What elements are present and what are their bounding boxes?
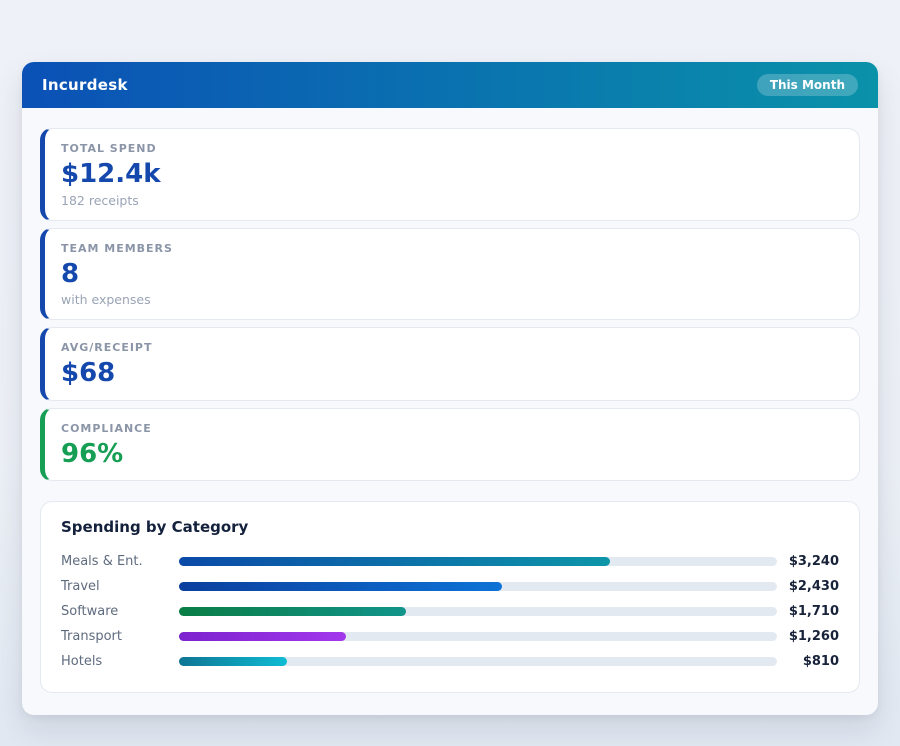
period-badge[interactable]: This Month [757,74,858,96]
stat-value: $12.4k [61,160,843,189]
bar-track [179,582,777,591]
app-title: Incurdesk [42,76,128,94]
category-label: Hotels [61,654,179,669]
app-body: TOTAL SPEND $12.4k 182 receipts TEAM MEM… [22,108,878,715]
app-card: Incurdesk This Month TOTAL SPEND $12.4k … [22,62,878,715]
bar-fill [179,657,287,666]
bar-fill [179,632,346,641]
category-row-hotels: Hotels $810 [61,649,839,674]
panel-title: Spending by Category [61,518,839,536]
category-row-meals: Meals & Ent. $3,240 [61,549,839,574]
stat-value: $68 [61,359,843,388]
bar-fill [179,557,610,566]
bar-track [179,657,777,666]
stat-value: 96% [61,440,843,469]
stat-card-team-members: TEAM MEMBERS 8 with expenses [40,228,860,321]
category-amount: $1,260 [777,629,839,644]
stat-card-compliance: COMPLIANCE 96% [40,408,860,482]
bar-track [179,557,777,566]
stat-card-avg-receipt: AVG/RECEIPT $68 [40,327,860,401]
stat-subtext: with expenses [61,292,843,307]
bar-fill [179,582,502,591]
stat-subtext: 182 receipts [61,193,843,208]
category-amount: $3,240 [777,554,839,569]
stat-label: TOTAL SPEND [61,142,843,155]
stat-label: TEAM MEMBERS [61,242,843,255]
category-amount: $2,430 [777,579,839,594]
spending-by-category-panel: Spending by Category Meals & Ent. $3,240… [40,501,860,693]
category-amount: $810 [777,654,839,669]
bar-fill [179,607,406,616]
category-amount: $1,710 [777,604,839,619]
category-row-transport: Transport $1,260 [61,624,839,649]
category-row-software: Software $1,710 [61,599,839,624]
category-row-travel: Travel $2,430 [61,574,839,599]
category-label: Software [61,604,179,619]
stat-label: COMPLIANCE [61,422,843,435]
stat-value: 8 [61,260,843,289]
stat-card-total-spend: TOTAL SPEND $12.4k 182 receipts [40,128,860,221]
stat-label: AVG/RECEIPT [61,341,843,354]
bar-track [179,607,777,616]
bar-track [179,632,777,641]
app-header: Incurdesk This Month [22,62,878,108]
category-label: Transport [61,629,179,644]
category-label: Travel [61,579,179,594]
category-label: Meals & Ent. [61,554,179,569]
